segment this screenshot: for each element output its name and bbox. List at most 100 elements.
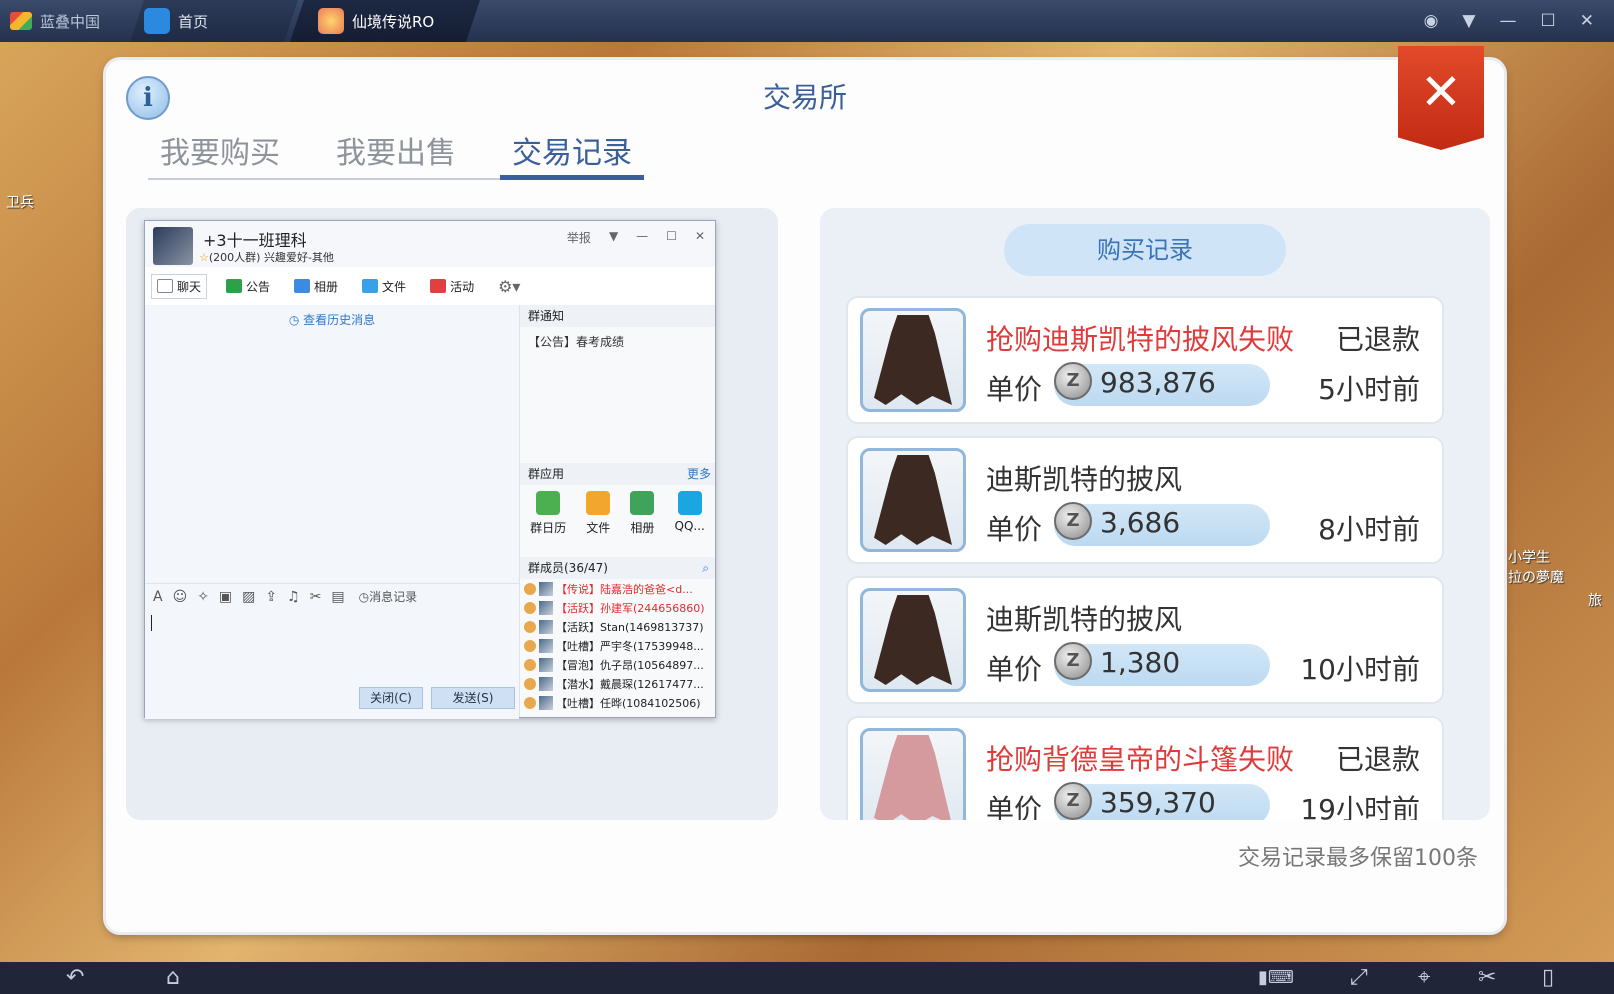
gift-icon[interactable]: ▣ [219,589,232,605]
member-item[interactable]: 【传说】陆嘉浩的爸爸<d... [524,579,693,598]
bluestacks-brand-tab[interactable]: 蓝叠中国 [0,0,118,42]
activity-flag-icon [430,279,447,293]
calendar-icon [536,491,561,515]
purchase-records-area: 购买记录 抢购迪斯凯特的披风失败 已退款 单价 Z 983,876 5小时前 迪… [820,208,1490,820]
close-window-icon[interactable]: ✕ [1580,11,1594,31]
qq-tab-activity[interactable]: 活动 [425,275,479,298]
member-item[interactable]: 【活跃】孙建军(244656860) [524,598,705,617]
font-icon[interactable]: A [153,589,163,605]
close-panel-button[interactable]: ✕ [1398,46,1484,150]
qq-tab-album[interactable]: 相册 [289,275,343,298]
record-card[interactable]: 迪斯凯特的披风 单价 Z 1,380 10小时前 [846,576,1444,704]
dropdown-icon[interactable]: ▼ [609,229,618,246]
msg-record-button[interactable]: ◷消息记录 [359,588,418,605]
back-icon[interactable]: ↶ [66,965,84,991]
menu-icon[interactable]: ▼ [1462,11,1475,31]
app-qq-call[interactable]: QQ... [675,491,705,536]
member-name: 【活跃】孙建军(244656860) [556,601,705,615]
scissors-icon[interactable]: ✂ [1478,965,1496,991]
apps-header-label: 群应用 [528,467,565,481]
cloak-icon [874,595,952,685]
scissors-icon[interactable]: ✂ [310,589,322,605]
rotate-icon[interactable]: ▯ [1542,965,1554,991]
qq-input-toolbar: A ☺ ✧ ▣ ▨ ⇪ ♫ ✂ ▤ ◷消息记录 [145,583,519,609]
bluestacks-logo-icon [10,12,32,30]
account-icon[interactable]: ◉ [1424,11,1439,31]
record-card[interactable]: 抢购迪斯凯特的披风失败 已退款 单价 Z 983,876 5小时前 [846,296,1444,424]
cloak-icon [874,455,952,545]
unit-price-label: 单价 [986,513,1043,546]
panel-title: 交易所 [762,81,847,114]
member-avatar [539,619,553,634]
minimize-icon[interactable]: — [1500,11,1517,31]
price-value: 1,380 [1100,646,1181,679]
msg-record-label: 消息记录 [369,590,418,604]
item-name: 迪斯凯特的披风 [986,463,1183,496]
qq-tab-notice-label: 公告 [246,279,271,294]
tab-home[interactable]: 首页 [130,0,298,42]
tab-trade-records[interactable]: 交易记录 [512,128,632,172]
record-card[interactable]: 抢购背德皇帝的斗篷失败 已退款 单价 Z 359,370 19小时前 [846,716,1444,820]
upload-icon[interactable]: ⇪ [265,589,277,605]
qq-settings[interactable]: ⚙▾ [493,274,525,299]
qq-tab-notice[interactable]: 公告 [221,275,275,298]
record-time: 8小时前 [1318,513,1420,546]
app-album[interactable]: 相册 [630,491,654,536]
qq-maximize-icon[interactable]: ☐ [666,229,677,246]
notice-text[interactable]: 【公告】春考成绩 [528,333,624,350]
qq-send-button[interactable]: 发送(S) [431,687,515,709]
member-status-icon [524,620,536,633]
member-avatar [539,638,553,653]
group-avatar[interactable] [153,227,193,265]
qq-message-input[interactable]: 关闭(C) 发送(S) [145,609,519,719]
screen-icon[interactable]: ▤ [331,589,344,605]
image-icon[interactable]: ▨ [242,589,255,605]
history-link[interactable]: ◷ 查看历史消息 [145,311,519,328]
fullscreen-icon[interactable]: ⤢ [1350,965,1368,991]
item-name: 迪斯凯特的披风 [986,603,1183,636]
member-item[interactable]: 【冒泡】仇子昂(10564897... [524,655,704,674]
gear-icon: ⚙▾ [498,276,521,296]
member-name: 【吐槽】任晔(1084102506) [556,696,701,710]
phone-icon [677,491,702,515]
apps-more-link[interactable]: 更多 [687,463,711,485]
emoji-icon[interactable]: ☺ [173,589,188,605]
qq-minimize-icon[interactable]: — [636,229,648,246]
maximize-icon[interactable]: ☐ [1541,11,1556,31]
app-calendar[interactable]: 群日历 [530,491,566,536]
qq-tab-files[interactable]: 文件 [357,275,411,298]
price-value: 983,876 [1100,366,1216,399]
keyboard-icon[interactable]: ▮⌨ [1258,965,1294,991]
qq-chat-area[interactable]: ◷ 查看历史消息 [145,305,519,583]
npc-label-left: 卫兵 [6,195,34,211]
member-status-icon [524,601,536,614]
location-icon[interactable]: ⌖ [1418,965,1430,991]
app-calendar-label: 群日历 [530,521,567,535]
member-item[interactable]: 【吐槽】任晔(1084102506) [524,693,701,712]
member-item[interactable]: 【潜水】戴晨琛(12617477... [524,674,704,693]
home-nav-icon[interactable]: ⌂ [166,965,180,991]
tab-buy[interactable]: 我要购买 [160,128,280,172]
exchange-panel: i 交易所 ✕ 我要购买 我要出售 交易记录 +3十一班理科 ☆(200人群) … [106,46,1504,932]
member-avatar [539,600,553,615]
qq-tab-chat[interactable]: 聊天 [151,273,208,299]
folder-icon [586,491,611,515]
brand-label: 蓝叠中国 [40,12,101,31]
member-item[interactable]: 【吐槽】严宇冬(17539948... [524,636,704,655]
member-name: 【传说】陆嘉浩的爸爸<d... [556,582,693,596]
member-search-icon[interactable]: ⌕ [702,557,709,579]
tab-game[interactable]: 仙境传说RO [290,0,480,42]
magic-icon[interactable]: ✧ [197,589,209,605]
app-files-label: 文件 [586,521,611,535]
member-item[interactable]: 【活跃】Stan(1469813737) [524,617,704,636]
app-files[interactable]: 文件 [586,491,610,536]
item-thumbnail [860,588,966,692]
music-icon[interactable]: ♫ [287,589,300,605]
qq-close-icon[interactable]: ✕ [695,229,705,246]
tab-sell[interactable]: 我要出售 [336,128,456,172]
report-link[interactable]: 举报 [567,229,591,246]
qq-close-button[interactable]: 关闭(C) [359,687,423,709]
chat-icon [157,279,173,293]
qq-tab-album-label: 相册 [314,279,339,294]
record-card[interactable]: 迪斯凯特的披风 单价 Z 3,686 8小时前 [846,436,1444,564]
